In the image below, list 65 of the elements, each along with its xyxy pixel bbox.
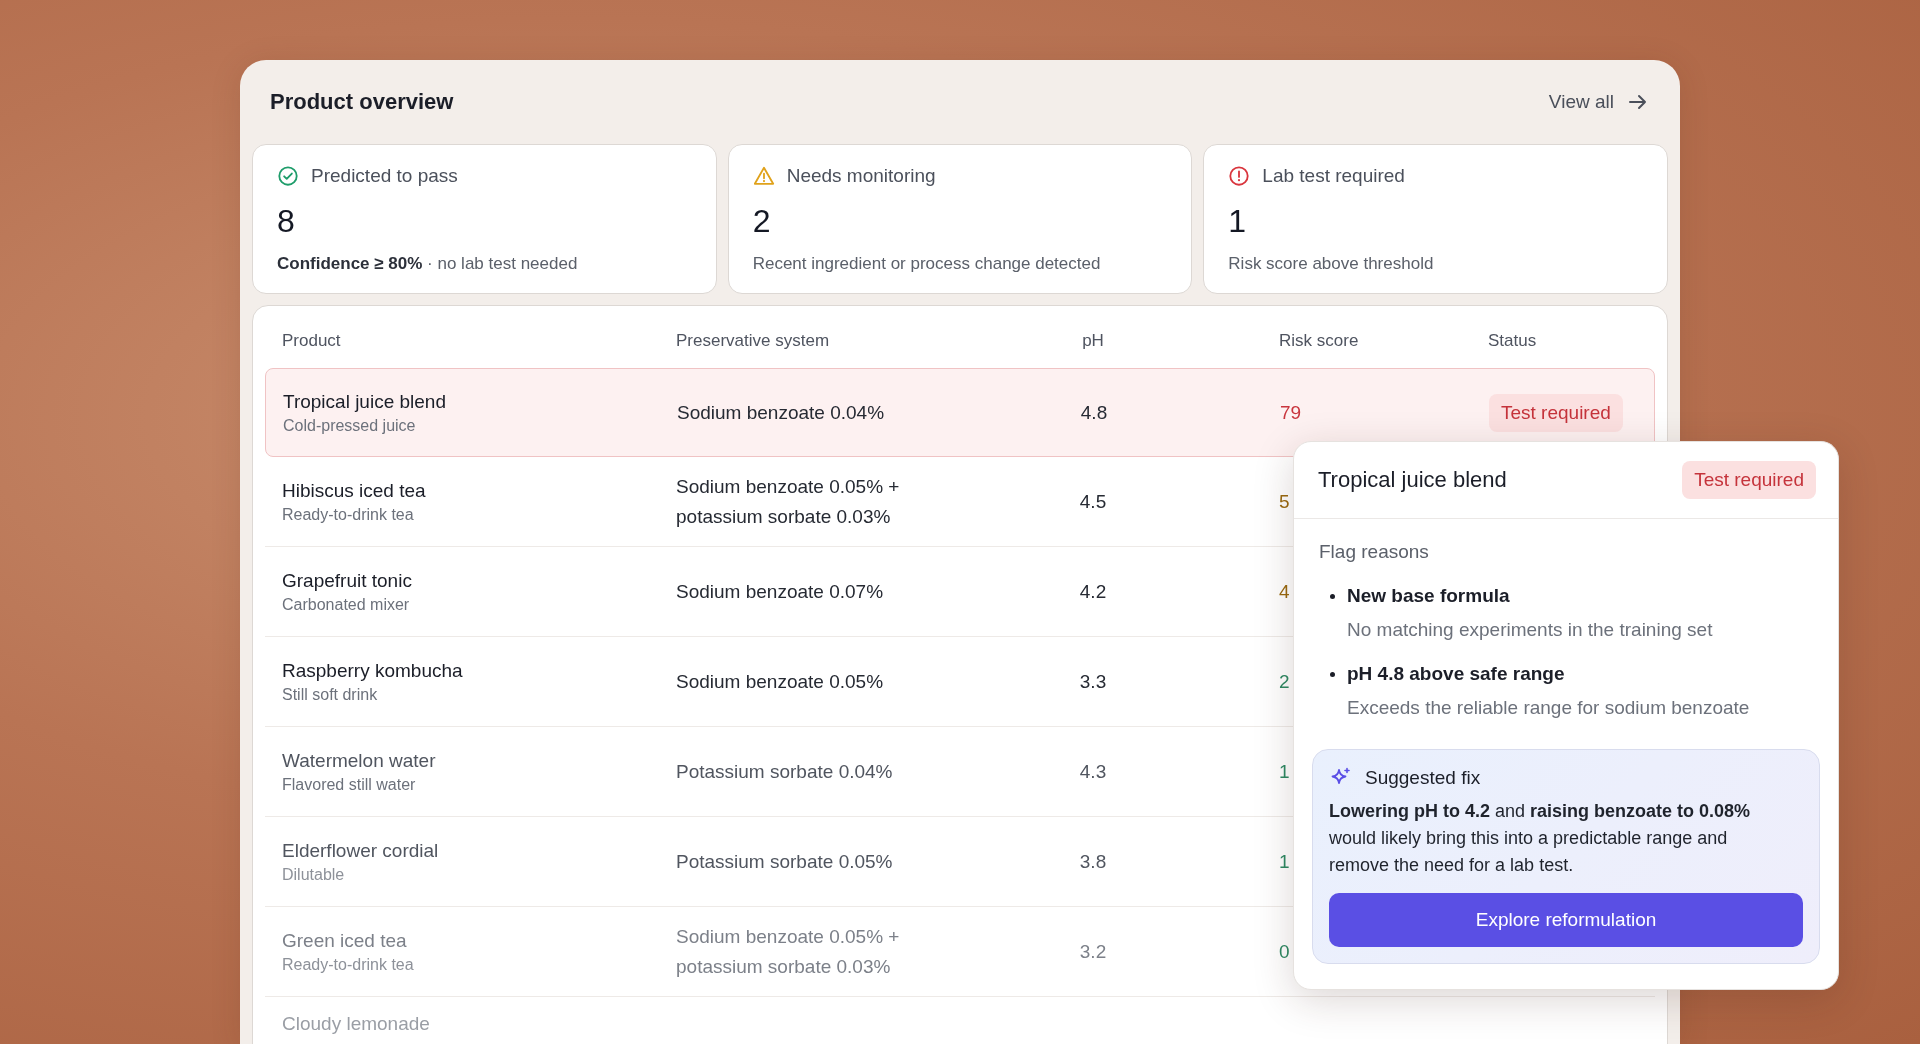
product-name: Elderflower cordial	[282, 839, 440, 862]
column-header: pH	[1081, 331, 1105, 351]
preservative-text: Potassium sorbate 0.04%	[676, 759, 894, 784]
preservative-text: Sodium benzoate 0.05%	[676, 669, 885, 694]
product-name: Hibiscus iced tea	[282, 479, 427, 502]
ph-value: 3.2	[1079, 940, 1107, 962]
ph-value: 3.3	[1079, 670, 1107, 692]
risk-score: 5	[1279, 490, 1290, 512]
bullet-icon	[1330, 593, 1335, 599]
preservative-text: Sodium benzoate 0.07%	[676, 579, 885, 604]
ph-value: 4.8	[1080, 401, 1108, 423]
product-name: Green iced tea	[282, 929, 408, 952]
product-name: Raspberry kombucha	[282, 659, 464, 682]
count-value: 8	[277, 203, 296, 240]
card-note: Confidence ≥ 80% · no lab test needed	[277, 254, 579, 274]
product-name: Cloudy lemonade	[282, 1013, 431, 1035]
popover-title: Tropical juice blend	[1318, 467, 1507, 493]
risk-score: 2	[1279, 670, 1290, 692]
status-badge: Test required	[1682, 461, 1816, 499]
explore-button[interactable]: Explore reformulation	[1329, 893, 1803, 947]
risk-score: 1	[1279, 760, 1290, 782]
card-label: Lab test required	[1262, 165, 1405, 187]
suggestion-title: Suggested fix	[1365, 767, 1481, 789]
product-name: Watermelon water	[282, 749, 437, 772]
risk-score: 4	[1279, 580, 1290, 602]
card-note: Recent ingredient or process change detected	[752, 254, 1102, 274]
check-circle-icon	[277, 165, 299, 187]
ph-value: 3.8	[1079, 850, 1107, 872]
panel-title: Product overview	[270, 89, 454, 115]
preservative-text: Potassium sorbate 0.05%	[676, 849, 894, 874]
product-type: Ready-to-drink tea	[282, 955, 415, 974]
status-badge: Test required	[1489, 393, 1623, 432]
ph-value: 4.2	[1079, 580, 1107, 602]
column-header: Risk score	[1279, 331, 1360, 351]
view-all-link[interactable]: View all	[1548, 90, 1650, 114]
preservative-text: Sodium benzoate 0.04%	[677, 400, 886, 425]
selected-row[interactable]: Tropical juice blend Cold-pressed juice Sodium benzoate 0.04% 4.8 79 Test required	[265, 368, 1655, 457]
count-value: 1	[1228, 203, 1248, 240]
preservative-text: Sodium benzoate 0.05% + potassium sorbate 0.03%	[676, 474, 901, 529]
ph-value: 4.3	[1079, 760, 1107, 782]
warning-icon	[752, 165, 775, 187]
product-name: Tropical juice blend	[283, 390, 447, 413]
product-type: Dilutable	[282, 865, 346, 884]
risk-score: 0	[1279, 940, 1290, 962]
product-type: Ready-to-drink tea	[282, 505, 415, 524]
risk-score: 1	[1279, 850, 1290, 872]
product-type: Still soft drink	[282, 685, 379, 704]
preservative-text: Sodium benzoate 0.05% + potassium sorbate 0.03%	[676, 924, 901, 979]
column-header: Product	[282, 331, 342, 351]
risk-score: 79	[1280, 401, 1302, 423]
card-label: Needs monitoring	[786, 165, 936, 187]
product-type: Flavored still water	[282, 775, 417, 794]
product-name: Grapefruit tonic	[282, 569, 413, 592]
bullet-icon	[1330, 671, 1335, 677]
product-type: Cold-pressed juice	[283, 416, 417, 435]
card-label: Predicted to pass	[311, 165, 458, 187]
count-value: 2	[752, 203, 772, 240]
card-note: Risk score above threshold	[1228, 254, 1435, 274]
column-header: Status	[1488, 331, 1538, 351]
ph-value: 4.5	[1079, 490, 1107, 512]
reason-title: New base formula	[1347, 585, 1510, 607]
alert-circle-icon	[1228, 165, 1251, 187]
column-header: Preservative system	[676, 331, 831, 351]
reason-title: pH 4.8 above safe range	[1347, 663, 1565, 685]
product-type: Carbonated mixer	[282, 595, 411, 614]
